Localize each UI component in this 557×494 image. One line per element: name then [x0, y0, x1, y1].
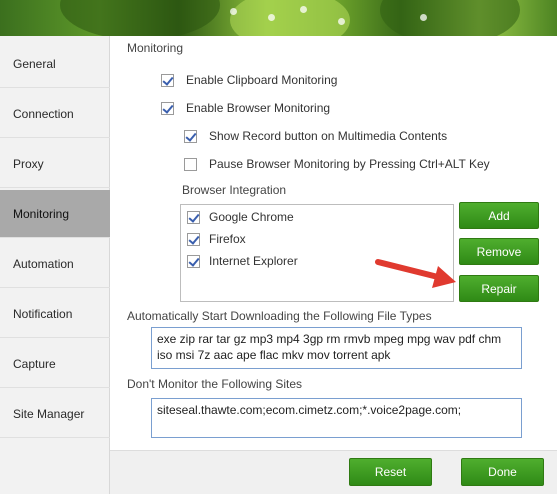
browser-label: Internet Explorer	[209, 254, 298, 268]
browser-monitoring-checkbox[interactable]	[161, 101, 174, 115]
clipboard-monitoring-checkbox[interactable]	[161, 73, 174, 87]
browser-monitoring-row[interactable]: Enable Browser Monitoring	[161, 101, 330, 115]
sidebar-item-label: Connection	[13, 106, 74, 121]
reset-button[interactable]: Reset	[349, 458, 432, 486]
pause-monitoring-row[interactable]: Pause Browser Monitoring by Pressing Ctr…	[184, 157, 490, 171]
pause-monitoring-checkbox[interactable]	[184, 157, 197, 171]
browser-checkbox[interactable]	[187, 210, 200, 224]
repair-button[interactable]: Repair	[459, 275, 539, 302]
sidebar-item-label: General	[13, 56, 56, 71]
clipboard-monitoring-row[interactable]: Enable Clipboard Monitoring	[161, 73, 337, 87]
show-record-checkbox[interactable]	[184, 129, 197, 143]
sidebar-item-notification[interactable]: Notification	[0, 290, 110, 338]
done-button[interactable]: Done	[461, 458, 544, 486]
sidebar-item-label: Automation	[13, 256, 74, 271]
sidebar-item-label: Capture	[13, 356, 56, 371]
remove-button[interactable]: Remove	[459, 238, 539, 265]
sidebar-item-general[interactable]: General	[0, 40, 110, 88]
browser-monitoring-label: Enable Browser Monitoring	[186, 101, 331, 115]
add-button[interactable]: Add	[459, 202, 539, 229]
excluded-sites-title: Don't Monitor the Following Sites	[127, 377, 303, 391]
sidebar-item-automation[interactable]: Automation	[0, 240, 110, 288]
file-types-input[interactable]: exe zip rar tar gz mp3 mp4 3gp rm rmvb m…	[151, 327, 522, 369]
monitoring-section-title: Monitoring	[127, 41, 184, 55]
sidebar-item-site-manager[interactable]: Site Manager	[0, 390, 110, 438]
browser-checkbox[interactable]	[187, 232, 200, 246]
list-item[interactable]: Google Chrome	[187, 210, 294, 224]
clipboard-monitoring-label: Enable Clipboard Monitoring	[186, 73, 338, 87]
sidebar-item-label: Notification	[13, 306, 73, 321]
sidebar-item-capture[interactable]: Capture	[0, 340, 110, 388]
excluded-sites-input[interactable]: siteseal.thawte.com;ecom.cimetz.com;*.vo…	[151, 398, 522, 438]
show-record-label: Show Record button on Multimedia Content…	[209, 129, 448, 143]
sidebar-item-label: Site Manager	[13, 406, 85, 421]
sidebar-item-proxy[interactable]: Proxy	[0, 140, 110, 188]
file-types-title: Automatically Start Downloading the Foll…	[127, 309, 432, 323]
browser-checkbox[interactable]	[187, 254, 200, 268]
list-item[interactable]: Internet Explorer	[187, 254, 298, 268]
header-banner	[0, 0, 557, 36]
sidebar-item-label: Monitoring	[13, 206, 70, 221]
browser-label: Google Chrome	[209, 210, 294, 224]
pause-monitoring-label: Pause Browser Monitoring by Pressing Ctr…	[209, 157, 490, 171]
sidebar-item-connection[interactable]: Connection	[0, 90, 110, 138]
sidebar-item-label: Proxy	[13, 156, 44, 171]
show-record-row[interactable]: Show Record button on Multimedia Content…	[184, 129, 447, 143]
red-arrow-annotation	[375, 259, 456, 288]
list-item[interactable]: Firefox	[187, 232, 246, 246]
sidebar: General Connection Proxy Monitoring Auto…	[0, 36, 110, 494]
browser-integration-title: Browser Integration	[182, 183, 287, 197]
sidebar-item-monitoring[interactable]: Monitoring	[0, 190, 110, 238]
browser-label: Firefox	[209, 232, 246, 246]
